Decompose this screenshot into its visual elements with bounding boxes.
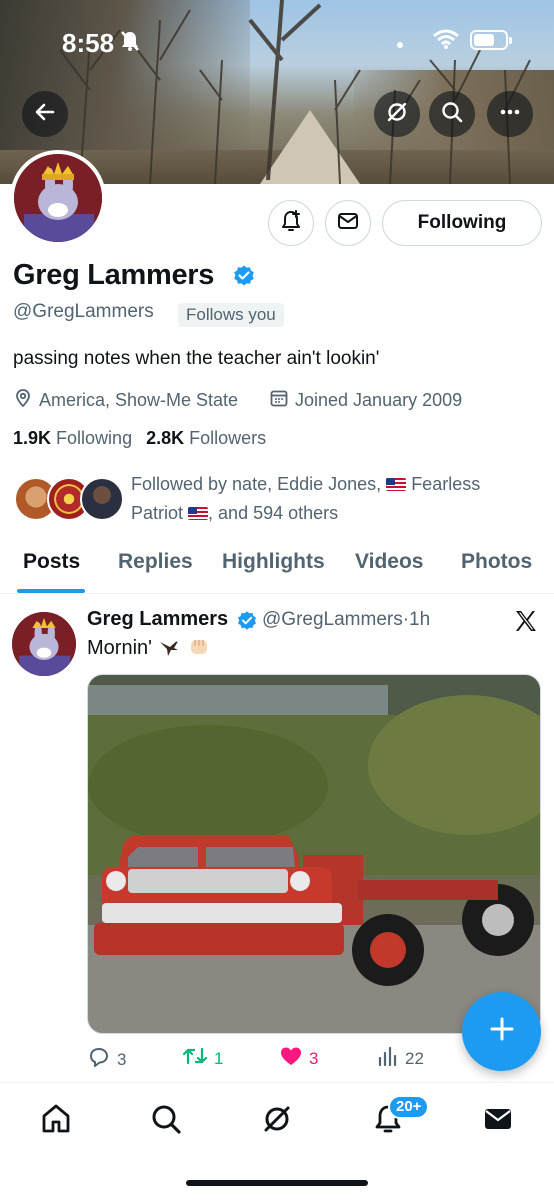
reply-count: 3 bbox=[117, 1049, 127, 1069]
notifications-badge: 20+ bbox=[388, 1095, 430, 1119]
home-icon bbox=[39, 1102, 73, 1141]
following-count: 1.9K bbox=[13, 428, 52, 448]
repost-action[interactable]: 1 bbox=[182, 1045, 223, 1072]
followers-you-know-avatars[interactable] bbox=[14, 477, 124, 523]
us-flag-icon bbox=[386, 478, 407, 491]
nav-grok[interactable] bbox=[257, 1101, 297, 1141]
messages-icon bbox=[482, 1103, 514, 1140]
search-profile-button[interactable] bbox=[429, 91, 475, 137]
fist-emoji-icon bbox=[187, 637, 211, 659]
grok-icon bbox=[385, 100, 409, 129]
home-indicator[interactable] bbox=[186, 1180, 368, 1186]
arrow-left-icon bbox=[33, 100, 57, 129]
grok-button[interactable] bbox=[374, 91, 420, 137]
eagle-emoji-icon bbox=[158, 637, 188, 659]
more-options-button[interactable] bbox=[487, 91, 533, 137]
subscribe-notifications-button[interactable] bbox=[268, 200, 314, 246]
grok-icon bbox=[261, 1103, 293, 1140]
tab-highlights[interactable]: Highlights bbox=[222, 550, 325, 574]
search-icon bbox=[440, 100, 464, 129]
followed-by-prefix: Followed by nate, Eddie Jones, bbox=[131, 474, 382, 494]
followers-count-label: Followers bbox=[189, 428, 267, 448]
nav-home[interactable] bbox=[36, 1101, 76, 1141]
location-text: America, Show-Me State bbox=[39, 390, 239, 410]
profile-handle: @GregLammers bbox=[13, 301, 154, 322]
message-button[interactable] bbox=[325, 200, 371, 246]
calendar-icon bbox=[269, 388, 289, 413]
profile-bio: passing notes when the teacher ain't loo… bbox=[13, 348, 380, 369]
status-bar: 8:58 bbox=[0, 0, 554, 80]
views-count: 22 bbox=[405, 1048, 424, 1068]
follow-counts: 1.9K Following 2.8K Followers bbox=[13, 428, 266, 449]
views-icon bbox=[377, 1045, 399, 1072]
active-tab-indicator bbox=[17, 589, 85, 593]
wifi-icon bbox=[432, 28, 460, 55]
joined-text: Joined January 2009 bbox=[295, 390, 463, 410]
verified-badge-icon bbox=[232, 264, 256, 293]
verified-badge-icon bbox=[236, 610, 258, 637]
reply-action[interactable]: 3 bbox=[87, 1045, 126, 1074]
tweet-text-content: Mornin' bbox=[87, 637, 152, 659]
tweet-author-handle: @GregLammers bbox=[262, 609, 403, 630]
tweet-image[interactable] bbox=[87, 674, 541, 1034]
search-icon bbox=[150, 1103, 182, 1140]
envelope-icon bbox=[336, 209, 360, 238]
follows-you-badge: Follows you bbox=[178, 303, 284, 327]
camera-indicator-dot bbox=[397, 42, 403, 48]
profile-location: America, Show-Me State bbox=[13, 388, 238, 413]
profile-joined: Joined January 2009 bbox=[269, 388, 462, 413]
x-logo-icon bbox=[513, 608, 539, 639]
compose-post-button[interactable] bbox=[462, 992, 541, 1071]
followers-count-link[interactable]: 2.8K Followers bbox=[146, 428, 266, 449]
repost-count: 1 bbox=[214, 1048, 224, 1068]
us-flag-icon bbox=[188, 507, 209, 520]
like-count: 3 bbox=[309, 1048, 319, 1068]
views-action[interactable]: 22 bbox=[377, 1045, 424, 1072]
reply-icon bbox=[87, 1045, 111, 1074]
tweet-author-avatar[interactable] bbox=[12, 612, 76, 676]
tab-posts[interactable]: Posts bbox=[23, 550, 80, 574]
followed-by-suffix: , and 594 others bbox=[208, 503, 339, 523]
tweet-meta: @GregLammers·1h bbox=[262, 609, 430, 631]
following-button[interactable]: Following bbox=[382, 200, 542, 246]
following-count-label: Following bbox=[56, 428, 133, 448]
profile-avatar[interactable] bbox=[10, 150, 106, 246]
tweet-timestamp: 1h bbox=[409, 609, 431, 630]
followed-by-name3-first: Fearless bbox=[411, 474, 481, 494]
nav-messages[interactable] bbox=[478, 1101, 518, 1141]
tweet-author-name[interactable]: Greg Lammers bbox=[87, 608, 228, 631]
silent-mode-icon bbox=[120, 30, 140, 57]
followers-count: 2.8K bbox=[146, 428, 185, 448]
avatar bbox=[80, 477, 124, 521]
followed-by-name3-second: Patriot bbox=[131, 503, 184, 523]
back-button[interactable] bbox=[22, 91, 68, 137]
following-count-link[interactable]: 1.9K Following bbox=[13, 428, 132, 449]
tab-replies[interactable]: Replies bbox=[118, 550, 193, 574]
plus-icon bbox=[488, 1015, 516, 1048]
followed-by-text[interactable]: Followed by nate, Eddie Jones, Fearless … bbox=[131, 470, 531, 528]
battery-icon bbox=[470, 30, 512, 50]
heart-icon bbox=[279, 1045, 303, 1072]
location-pin-icon bbox=[13, 388, 33, 413]
repost-icon bbox=[182, 1045, 208, 1072]
more-horizontal-icon bbox=[498, 100, 522, 129]
profile-display-name: Greg Lammers bbox=[13, 259, 215, 291]
status-time: 8:58 bbox=[62, 28, 115, 58]
bell-plus-icon bbox=[279, 209, 303, 238]
tab-videos[interactable]: Videos bbox=[355, 550, 423, 574]
tab-photos[interactable]: Photos bbox=[461, 550, 532, 574]
tweet-text: Mornin' bbox=[87, 636, 211, 660]
nav-search[interactable] bbox=[146, 1101, 186, 1141]
like-action[interactable]: 3 bbox=[279, 1045, 318, 1072]
profile-tabs: Posts Replies Highlights Videos Photos bbox=[0, 540, 554, 594]
